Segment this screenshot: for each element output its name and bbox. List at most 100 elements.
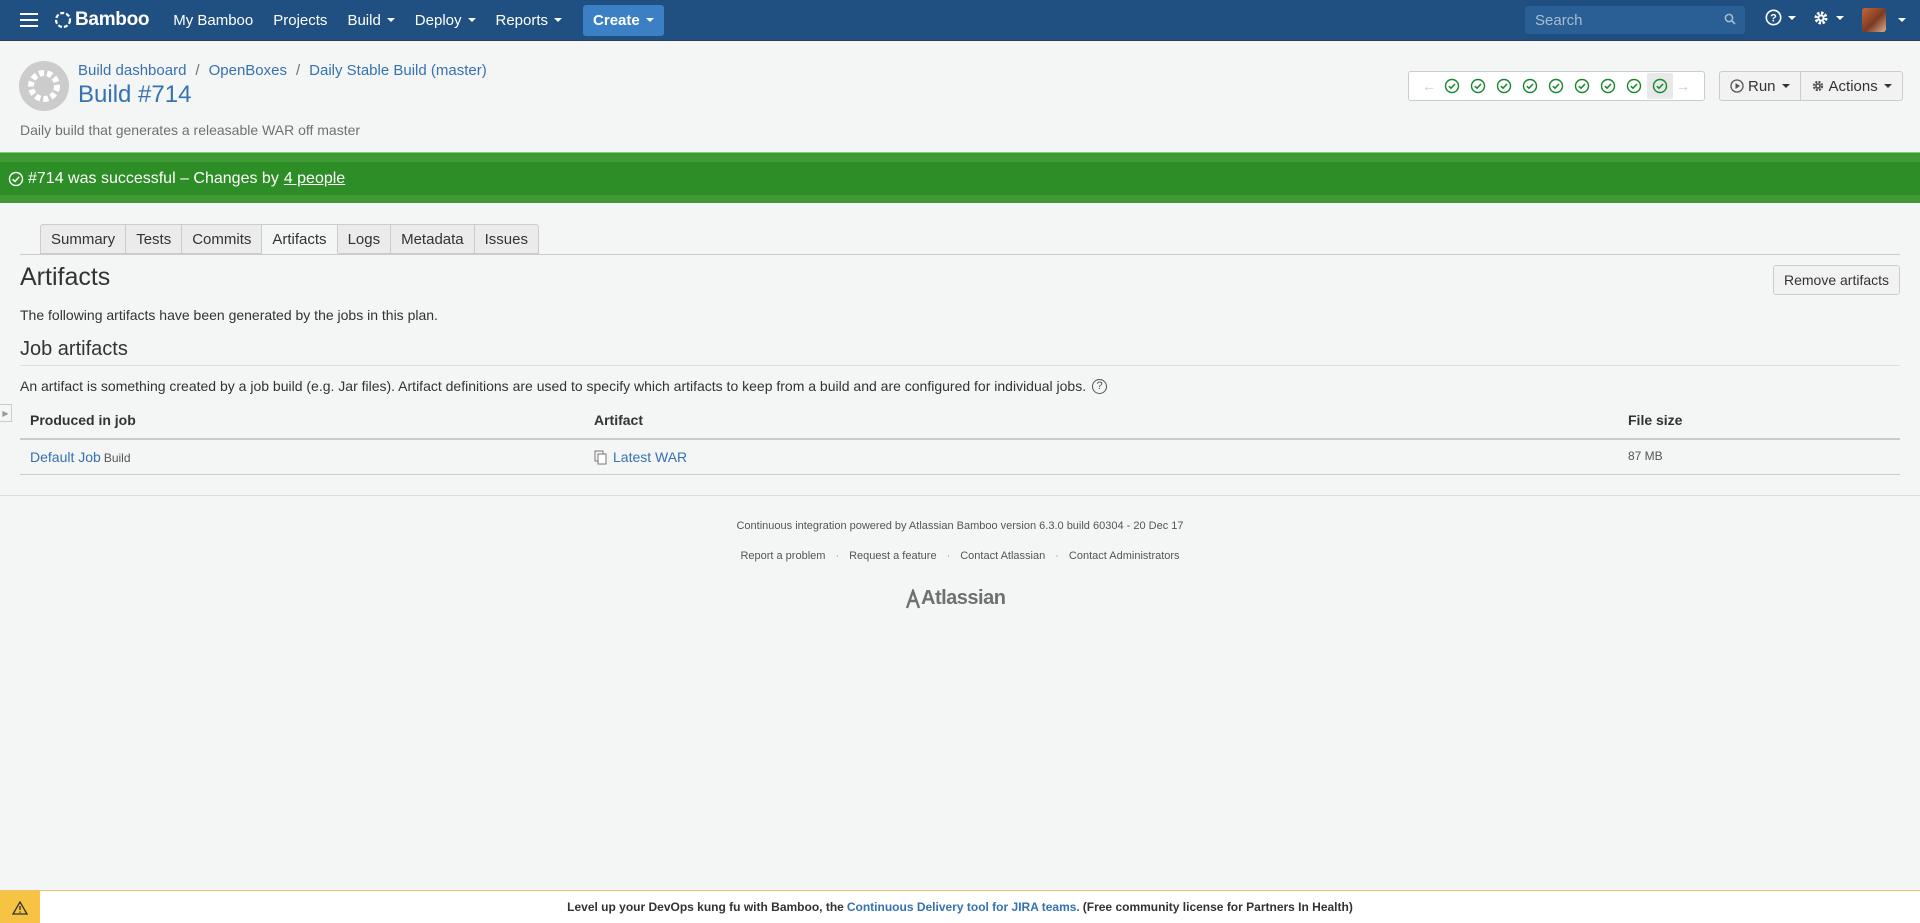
banner-cd-link[interactable]: Continuous Delivery tool for JIRA teams. — [847, 900, 1080, 914]
history-build-success-icon[interactable] — [1517, 73, 1543, 99]
tab-commits[interactable]: Commits — [182, 224, 263, 254]
history-build-success-icon[interactable] — [1491, 73, 1517, 99]
play-icon — [1730, 79, 1744, 93]
chevron-down-icon — [386, 18, 395, 22]
job-artifacts-description-text: An artifact is something created by a jo… — [20, 378, 1087, 394]
chevron-down-icon — [1781, 84, 1790, 88]
file-size-cell: 87 MB — [1628, 449, 1663, 463]
artifacts-heading: Artifacts — [20, 263, 111, 291]
history-build-success-icon[interactable] — [1569, 73, 1595, 99]
nav-label: Projects — [273, 11, 328, 29]
build-status-banner: #714 was successful – Changes by 4 peopl… — [0, 152, 1920, 203]
nav-my-bamboo[interactable]: My Bamboo — [163, 12, 263, 29]
contact-admins-link[interactable]: Contact Administrators — [1069, 550, 1180, 562]
job-cell: Default Job Build — [30, 449, 131, 465]
nav-label: Build — [347, 11, 381, 29]
svg-text:?: ? — [1770, 13, 1777, 25]
chevron-down-icon — [554, 18, 563, 22]
request-feature-link[interactable]: Request a feature — [849, 550, 936, 562]
history-build-success-icon[interactable] — [1465, 73, 1491, 99]
help-menu[interactable]: ? — [1765, 9, 1796, 26]
tab-logs[interactable]: Logs — [337, 224, 392, 254]
bamboo-logo[interactable]: Bamboo — [54, 9, 150, 31]
search-placeholder: Search — [1535, 11, 1583, 29]
nav-build[interactable]: Build — [337, 12, 404, 29]
breadcrumb-build-dashboard[interactable]: Build dashboard — [78, 62, 186, 79]
job-artifacts-heading: Job artifacts — [20, 338, 128, 360]
search-icon — [1724, 13, 1736, 25]
tab-summary[interactable]: Summary — [40, 224, 127, 254]
status-banner-inner: #714 was successful – Changes by 4 peopl… — [0, 162, 1920, 195]
column-header-file-size: File size — [1628, 412, 1683, 428]
plan-description: Daily build that generates a releasable … — [20, 122, 361, 138]
run-label: Run — [1748, 77, 1776, 95]
chevron-down-icon[interactable] — [1898, 18, 1906, 22]
admin-menu[interactable] — [1812, 9, 1844, 27]
breadcrumb: Build dashboard / OpenBoxes / Daily Stable B… — [78, 62, 487, 79]
history-prev-icon[interactable]: ← — [1419, 78, 1439, 94]
chevron-down-icon — [1836, 16, 1844, 20]
breadcrumb-project[interactable]: OpenBoxes — [209, 62, 287, 79]
help-icon[interactable]: ? — [1092, 378, 1108, 394]
banner-text-prefix: Level up your DevOps kung fu with Bamboo… — [567, 900, 844, 914]
changes-people-link[interactable]: 4 people — [284, 170, 345, 188]
search-input[interactable]: Search — [1525, 6, 1745, 34]
chevron-down-icon — [1788, 15, 1796, 20]
breadcrumb-plan[interactable]: Daily Stable Build (master) — [309, 62, 487, 79]
top-navigation-bar: Bamboo My Bamboo Projects Build Deploy R… — [0, 0, 1920, 41]
status-text: #714 was successful – Changes by — [28, 169, 279, 187]
tab-tests[interactable]: Tests — [126, 224, 183, 254]
section-divider — [20, 365, 1900, 366]
create-button[interactable]: Create — [583, 4, 664, 36]
footer-separator: · — [835, 550, 840, 562]
history-build-success-icon[interactable] — [1621, 73, 1647, 99]
artifacts-intro: The following artifacts have been genera… — [20, 307, 438, 323]
report-problem-link[interactable]: Report a problem — [740, 550, 825, 562]
warning-triangle-icon — [12, 900, 28, 915]
build-history-navigator: ← → — [1408, 71, 1705, 101]
tab-issues[interactable]: Issues — [474, 224, 539, 254]
run-button[interactable]: Run — [1719, 71, 1801, 101]
nav-deploy[interactable]: Deploy — [405, 12, 486, 29]
footer-separator: · — [1055, 550, 1059, 562]
tab-artifacts[interactable]: Artifacts — [262, 224, 338, 254]
actions-button[interactable]: Actions — [1800, 71, 1903, 101]
history-build-success-icon[interactable] — [1647, 73, 1673, 99]
menu-icon[interactable] — [20, 13, 38, 27]
gear-icon — [1812, 80, 1823, 92]
nav-label: Deploy — [414, 11, 462, 29]
sidebar-expand-toggle[interactable]: ▶ — [0, 404, 12, 422]
footer-divider — [0, 495, 1920, 496]
user-avatar[interactable] — [1862, 8, 1886, 32]
actions-label: Actions — [1828, 77, 1878, 95]
history-build-success-icon[interactable] — [1543, 73, 1569, 99]
breadcrumb-separator: / — [295, 62, 301, 79]
stage-label: Build — [103, 451, 131, 465]
gear-icon — [1814, 11, 1828, 25]
footer-powered-by: Continuous integration powered by Atlass… — [736, 520, 1184, 532]
artifact-cell: Latest WAR — [594, 449, 687, 465]
nav-projects[interactable]: Projects — [263, 12, 337, 29]
tab-metadata[interactable]: Metadata — [391, 224, 475, 254]
footer-links: Report a problem · Request a feature · Conta… — [0, 550, 1920, 562]
breadcrumb-separator: / — [195, 62, 200, 79]
job-link[interactable]: Default Job — [30, 449, 101, 465]
atlassian-logo[interactable]: Atlassian — [905, 587, 1006, 610]
license-banner: Level up your DevOps kung fu with Bamboo… — [0, 890, 1920, 923]
file-icon — [594, 450, 607, 464]
warning-icon — [0, 891, 40, 923]
artifact-link[interactable]: Latest WAR — [613, 449, 687, 465]
history-next-icon[interactable]: → — [1673, 78, 1693, 94]
chevron-down-icon — [467, 18, 476, 22]
history-build-success-icon[interactable] — [1439, 73, 1465, 99]
artifacts-table-header: Produced in job Artifact File size — [20, 412, 1900, 440]
chevron-down-icon — [645, 18, 654, 22]
nav-label: My Bamboo — [173, 11, 254, 29]
contact-atlassian-link[interactable]: Contact Atlassian — [960, 550, 1045, 562]
remove-artifacts-button[interactable]: Remove artifacts — [1773, 265, 1901, 295]
page-title: Build #714 — [78, 81, 192, 108]
nav-reports[interactable]: Reports — [486, 12, 573, 29]
nav-label: Reports — [495, 11, 549, 29]
history-build-success-icon[interactable] — [1595, 73, 1621, 99]
plan-avatar — [19, 61, 69, 111]
